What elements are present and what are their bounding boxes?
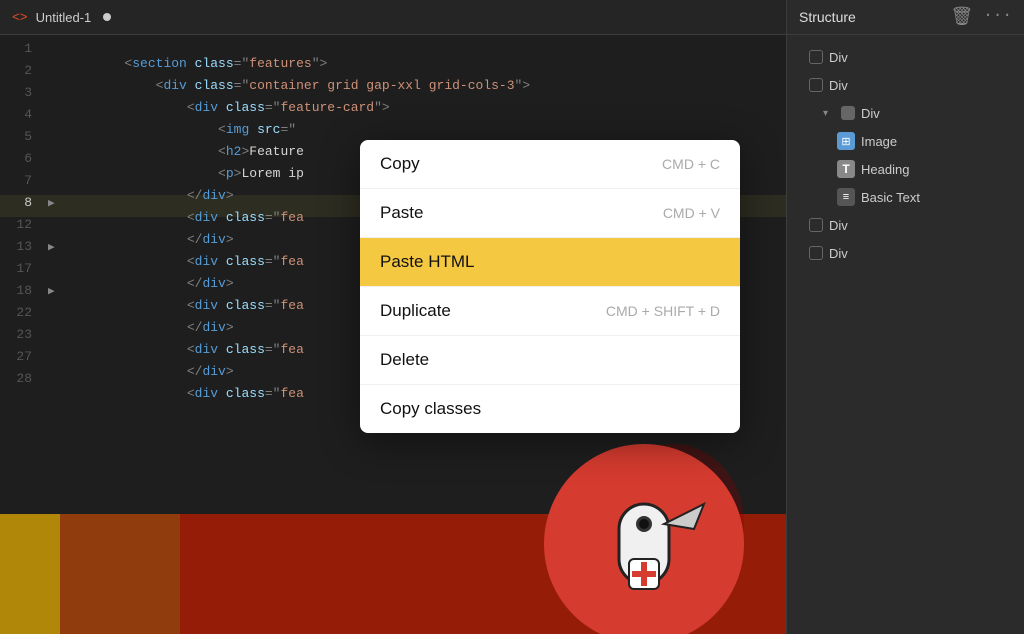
menu-item-copy-label: Copy xyxy=(380,154,420,174)
orange-band xyxy=(60,514,180,634)
menu-item-delete[interactable]: Delete xyxy=(360,336,740,385)
menu-item-copy[interactable]: Copy CMD + C xyxy=(360,140,740,189)
structure-item-basic-text[interactable]: ≡ Basic Text xyxy=(787,183,1024,211)
structure-item-div-5[interactable]: Div xyxy=(787,239,1024,267)
checkbox[interactable] xyxy=(841,106,855,120)
menu-item-duplicate-label: Duplicate xyxy=(380,301,451,321)
menu-item-copy-shortcut: CMD + C xyxy=(662,156,720,172)
image-type-icon: ⊞ xyxy=(837,132,855,150)
menu-item-paste[interactable]: Paste CMD + V xyxy=(360,189,740,238)
checkbox[interactable] xyxy=(809,218,823,232)
checkbox[interactable] xyxy=(809,78,823,92)
structure-label: Div xyxy=(829,246,848,261)
expand-arrow[interactable]: ▾ xyxy=(823,108,835,119)
structure-label: Div xyxy=(861,106,880,121)
menu-item-paste-shortcut: CMD + V xyxy=(663,205,720,221)
menu-item-paste-html[interactable]: Paste HTML xyxy=(360,238,740,287)
menu-item-duplicate-shortcut: CMD + SHIFT + D xyxy=(606,303,720,319)
structure-item-div-4[interactable]: Div xyxy=(787,211,1024,239)
file-type-icon: <> xyxy=(12,10,28,25)
menu-item-paste-html-label: Paste HTML xyxy=(380,252,474,272)
structure-item-div-1[interactable]: Div xyxy=(787,43,1024,71)
knife-circle xyxy=(544,444,744,634)
structure-label: Image xyxy=(861,134,897,149)
structure-tree: Div Div ▾ Div ⊞ Image T Heading ≡ Basic … xyxy=(787,35,1024,275)
menu-item-duplicate[interactable]: Duplicate CMD + SHIFT + D xyxy=(360,287,740,336)
heading-type-icon: T xyxy=(837,160,855,178)
structure-item-heading[interactable]: T Heading xyxy=(787,155,1024,183)
menu-item-copy-classes[interactable]: Copy classes xyxy=(360,385,740,433)
text-type-icon: ≡ xyxy=(837,188,855,206)
menu-item-paste-label: Paste xyxy=(380,203,423,223)
structure-label: Heading xyxy=(861,162,909,177)
structure-label: Div xyxy=(829,78,848,93)
menu-item-delete-label: Delete xyxy=(380,350,429,370)
panel-header: Structure 🗑 ··· xyxy=(787,0,1024,35)
more-options-icon[interactable]: ··· xyxy=(983,6,1012,28)
checkbox[interactable] xyxy=(809,246,823,260)
context-menu: Copy CMD + C Paste CMD + V Paste HTML Du… xyxy=(360,140,740,433)
knife-icon xyxy=(574,474,714,614)
yellow-band xyxy=(0,514,60,634)
structure-label: Basic Text xyxy=(861,190,920,205)
tab-filename[interactable]: Untitled-1 xyxy=(36,10,92,25)
panel-title: Structure xyxy=(799,9,942,25)
unsaved-indicator xyxy=(103,13,111,21)
structure-item-div-3[interactable]: ▾ Div xyxy=(787,99,1024,127)
menu-item-copy-classes-label: Copy classes xyxy=(380,399,481,419)
checkbox[interactable] xyxy=(809,50,823,64)
structure-label: Div xyxy=(829,50,848,65)
structure-label: Div xyxy=(829,218,848,233)
structure-panel: Structure 🗑 ··· Div Div ▾ Div ⊞ Image xyxy=(786,0,1024,634)
structure-item-image[interactable]: ⊞ Image xyxy=(787,127,1024,155)
delete-icon[interactable]: 🗑 xyxy=(950,6,973,28)
structure-item-div-2[interactable]: Div xyxy=(787,71,1024,99)
